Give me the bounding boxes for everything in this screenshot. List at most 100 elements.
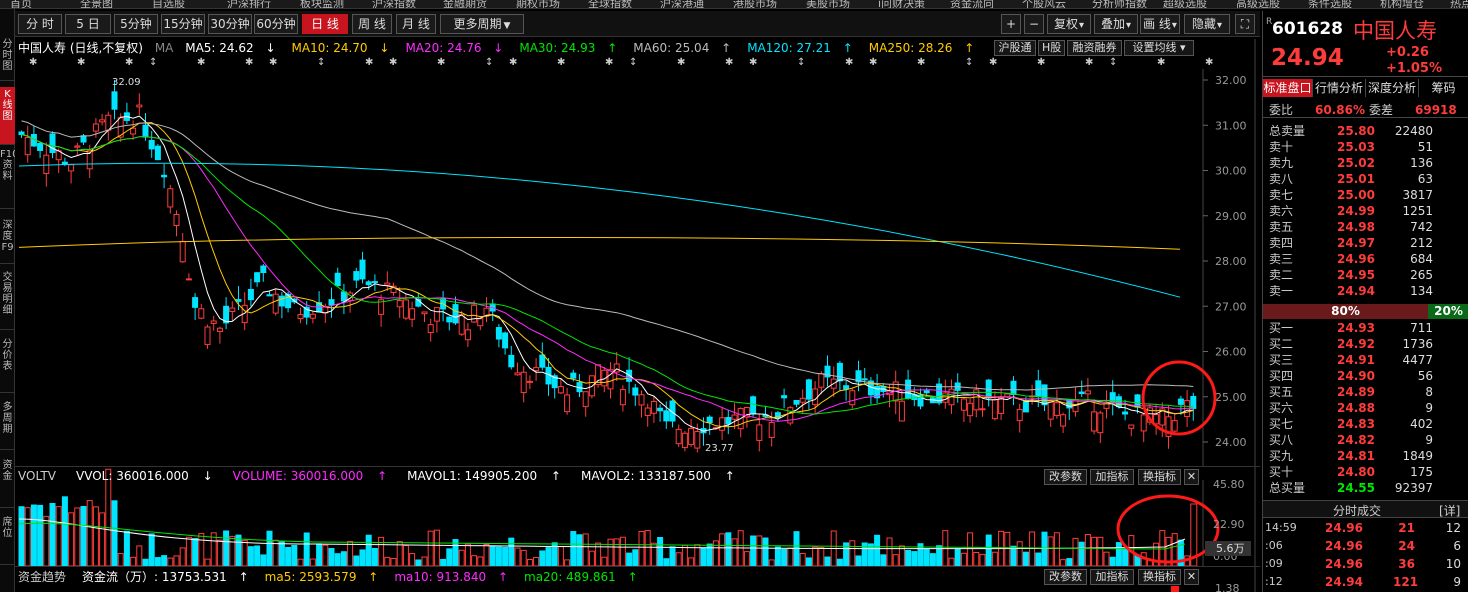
indicator-button[interactable]: 加指标 — [1090, 569, 1134, 585]
top-menu-item[interactable]: 全球指数 — [588, 0, 632, 8]
event-marker-icon[interactable]: ✱ — [245, 57, 253, 68]
period-button[interactable]: 更多周期 ▼ — [440, 14, 524, 34]
event-marker-icon[interactable]: ✱ — [1085, 57, 1093, 68]
top-menu-item[interactable]: 分析师指数 — [1092, 0, 1147, 8]
top-menu-item[interactable]: 港股市场 — [733, 0, 777, 8]
top-menu-item[interactable]: 自选股 — [152, 0, 185, 8]
event-marker-icon[interactable]: ✱ — [989, 57, 997, 68]
toolbar-button[interactable]: 画 线▾ — [1140, 14, 1180, 34]
toolbar-button[interactable]: 隐藏▾ — [1184, 14, 1230, 34]
volume-bar — [886, 537, 893, 567]
top-menu-item[interactable]: 高级选股 — [1236, 0, 1280, 8]
event-marker-icon[interactable]: ↕ — [797, 57, 805, 68]
top-menu-item[interactable]: 沪深指数 — [372, 0, 416, 8]
indicator-button[interactable]: 改参数 — [1044, 469, 1087, 485]
left-tab[interactable]: 多周期 — [0, 400, 15, 450]
quote-tab[interactable]: 深度分析 — [1366, 79, 1419, 97]
top-menu-item[interactable]: 全景图 — [80, 0, 113, 8]
event-marker-icon[interactable]: ✱ — [725, 57, 733, 68]
period-button[interactable]: 日 线 — [302, 14, 348, 34]
close-button[interactable]: ✕ — [1184, 469, 1199, 485]
event-marker-icon[interactable]: ✱ — [437, 57, 445, 68]
toolbar-button[interactable]: 复权▾ — [1047, 14, 1091, 34]
indicator-button[interactable]: 换指标 — [1138, 569, 1181, 585]
toolbar-button[interactable]: − — [1024, 14, 1044, 34]
period-button[interactable]: 5 日 — [65, 14, 111, 34]
event-marker-icon[interactable]: ↕ — [629, 57, 637, 68]
top-menu-item[interactable]: 美股市场 — [806, 0, 850, 8]
event-marker-icon[interactable]: ↕ — [965, 57, 973, 68]
left-tab[interactable]: 席位 — [0, 515, 15, 565]
event-marker-icon[interactable]: ↕ — [149, 57, 157, 68]
event-marker-icon[interactable]: ↕ — [317, 57, 325, 68]
left-tab[interactable]: F10资料 — [0, 147, 15, 209]
event-marker-icon[interactable]: ↕ — [485, 57, 493, 68]
event-marker-icon[interactable]: ✱ — [749, 57, 757, 68]
period-button[interactable]: 分 时 — [18, 14, 62, 34]
toolbar-button[interactable]: 叠加▾ — [1094, 14, 1138, 34]
event-marker-icon[interactable]: ✱ — [509, 57, 517, 68]
event-marker-icon[interactable]: ✱ — [845, 57, 853, 68]
event-marker-icon[interactable]: ✱ — [677, 57, 685, 68]
sell-ratio: 20% — [1428, 304, 1468, 319]
event-marker-icon[interactable]: ✱ — [557, 57, 565, 68]
event-marker-icon[interactable]: ✱ — [197, 57, 205, 68]
event-marker-icon[interactable]: ✱ — [29, 57, 37, 68]
top-menu-item[interactable]: 热点 — [1450, 0, 1468, 8]
event-marker-icon[interactable]: ✱ — [365, 57, 373, 68]
event-marker-icon[interactable]: ✱ — [77, 57, 85, 68]
top-menu-item[interactable]: 板块监测 — [300, 0, 344, 8]
top-menu-item[interactable]: 超级选股 — [1163, 0, 1207, 8]
candle-body — [1097, 412, 1104, 434]
trades-detail-link[interactable]: [详] — [1439, 502, 1460, 519]
left-tab[interactable]: 交易明细 — [0, 270, 15, 330]
period-button[interactable]: 周 线 — [352, 14, 392, 34]
left-tab[interactable]: 分时图 — [0, 37, 15, 81]
event-marker-icon[interactable]: ↕ — [1109, 57, 1117, 68]
volume-bar — [198, 533, 205, 567]
indicator-button[interactable]: 加指标 — [1090, 469, 1134, 485]
top-menu-item[interactable]: 沪深港通 — [660, 0, 704, 8]
event-marker-icon[interactable]: ✱ — [1205, 57, 1213, 68]
top-menu-item[interactable]: 资金流向 — [950, 0, 994, 8]
toolbar-button[interactable]: + — [1001, 14, 1021, 34]
event-marker-icon[interactable]: ✱ — [1037, 57, 1045, 68]
event-marker-icon[interactable]: ✱ — [389, 57, 397, 68]
quote-tab[interactable]: 标准盘口 — [1263, 79, 1313, 97]
candle-body — [266, 294, 273, 297]
quote-tab[interactable]: 筹码 — [1419, 79, 1468, 97]
left-tab[interactable]: K线图 — [0, 87, 15, 145]
left-tab[interactable]: 分价表 — [0, 337, 15, 393]
kline-chart[interactable]: 32.00 31.00 30.00 29.00 28.00 27.00 26.00 25.00… — [15, 39, 1260, 592]
top-menu-item[interactable]: 首页 — [10, 0, 32, 8]
top-menu-item[interactable]: 期权市场 — [516, 0, 560, 8]
period-button[interactable]: 15分钟 — [161, 14, 205, 34]
left-tab[interactable]: 资金 — [0, 458, 15, 508]
indicator-button[interactable]: 换指标 — [1138, 469, 1181, 485]
period-button[interactable]: 30分钟 — [208, 14, 252, 34]
period-button[interactable]: 5分钟 — [114, 14, 158, 34]
period-button[interactable]: 月 线 — [396, 14, 436, 34]
volume-bar — [471, 555, 478, 567]
event-marker-icon[interactable]: ✱ — [917, 57, 925, 68]
fund-indicator-text: ma20: 489.861 — [524, 570, 616, 584]
event-marker-icon[interactable]: ✱ — [1157, 57, 1165, 68]
left-tab[interactable]: 深度F9 — [0, 218, 15, 264]
event-marker-icon[interactable]: ✱ — [605, 57, 613, 68]
top-menu-item[interactable]: 沪深排行 — [227, 0, 271, 8]
top-menu-item[interactable]: i问财决策 — [878, 0, 925, 8]
fullscreen-button[interactable]: ⛶ — [1235, 14, 1255, 34]
event-marker-icon[interactable]: ✱ — [269, 57, 277, 68]
event-marker-icon[interactable]: ✱ — [125, 57, 133, 68]
event-marker-icon[interactable]: ✱ — [869, 57, 877, 68]
quote-tab[interactable]: 行情分析 — [1313, 79, 1366, 97]
indicator-button[interactable]: 改参数 — [1044, 569, 1087, 585]
volume-bar — [632, 549, 639, 567]
close-button[interactable]: ✕ — [1184, 569, 1199, 585]
top-menu-item[interactable]: 机构增仓 — [1380, 0, 1424, 8]
top-menu-item[interactable]: 金融期货 — [443, 0, 487, 8]
period-button[interactable]: 60分钟 — [254, 14, 298, 34]
top-menu-item[interactable]: 个股风云 — [1022, 0, 1066, 8]
volume-bar — [446, 548, 453, 567]
top-menu-item[interactable]: 条件选股 — [1308, 0, 1352, 8]
